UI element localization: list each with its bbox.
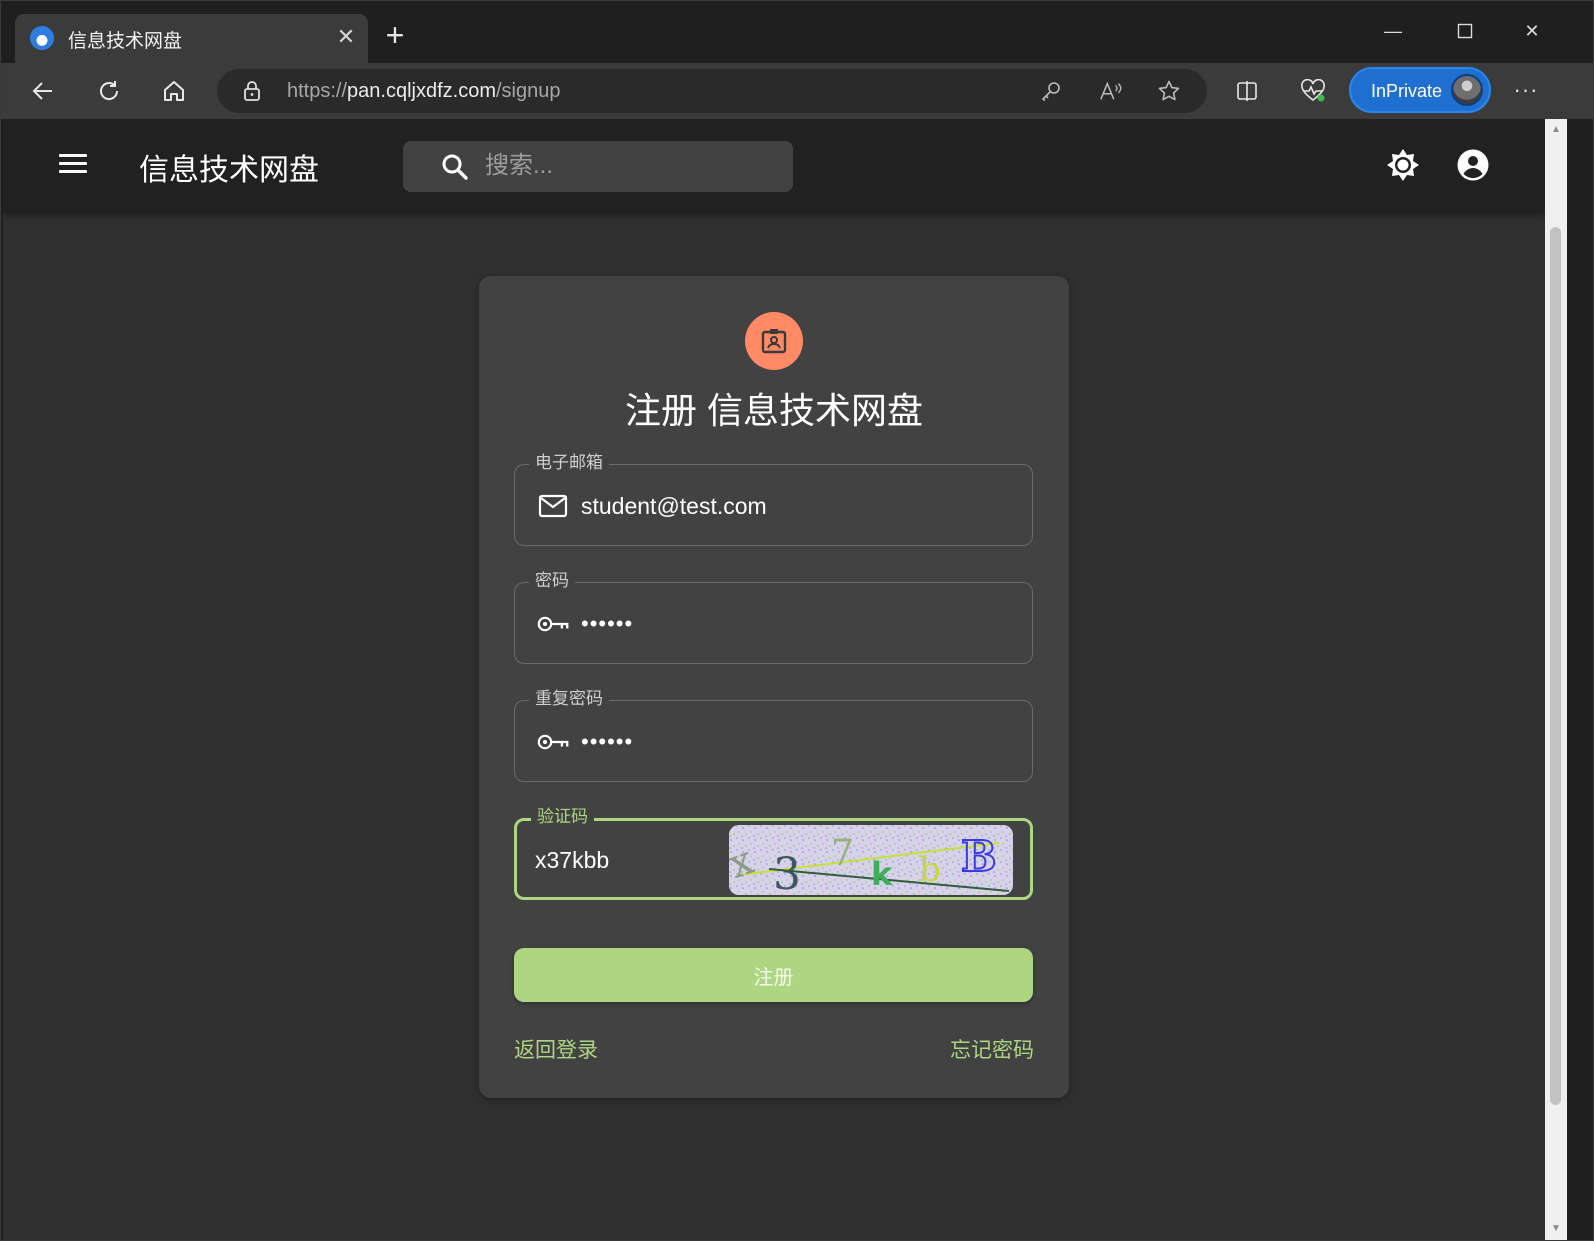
captcha-image[interactable]: x 3 7 k b B <box>729 825 1013 895</box>
browser-tab[interactable]: 信息技术网盘 ✕ <box>15 14 368 63</box>
lock-icon[interactable] <box>241 80 263 102</box>
key-icon <box>537 728 569 756</box>
captcha-field: 验证码 x37kbb x 3 7 k b B <box>514 807 1033 900</box>
mail-icon <box>537 492 569 520</box>
key-icon <box>537 610 569 638</box>
refresh-icon[interactable] <box>91 73 127 109</box>
signup-card: 注册 信息技术网盘 电子邮箱 密码 重复密码 <box>479 276 1069 1098</box>
new-tab-icon[interactable]: + <box>380 19 410 51</box>
inprivate-label: InPrivate <box>1371 81 1443 101</box>
forgot-password-link[interactable]: 忘记密码 <box>950 1034 1034 1064</box>
page-scrollbar[interactable]: ▲ ▼ <box>1545 119 1567 1240</box>
password-label: 密码 <box>529 571 575 591</box>
profile-avatar-icon <box>1451 74 1483 106</box>
account-circle-icon[interactable] <box>1455 147 1491 183</box>
browser-window: 信息技术网盘 ✕ + — ✕ https://pan.cqljxdfz.com/… <box>0 0 1594 1241</box>
browser-essentials-icon[interactable] <box>1295 73 1331 109</box>
address-bar[interactable]: https://pan.cqljxdfz.com/signup <box>217 69 1207 113</box>
site-favicon-icon <box>30 26 54 50</box>
back-icon[interactable] <box>25 73 61 109</box>
svg-text:b: b <box>919 850 941 890</box>
home-icon[interactable] <box>156 73 192 109</box>
read-aloud-icon[interactable] <box>1099 79 1123 103</box>
password-input[interactable] <box>581 607 1001 641</box>
page-title: 注册 信息技术网盘 <box>624 390 923 431</box>
repeat-password-label: 重复密码 <box>529 689 609 709</box>
search-input[interactable] <box>485 149 775 183</box>
search-icon <box>441 153 469 181</box>
email-label: 电子邮箱 <box>529 453 609 473</box>
app-bar: 信息技术网盘 <box>3 119 1545 213</box>
menu-icon[interactable] <box>55 149 91 185</box>
captcha-label: 验证码 <box>531 807 594 827</box>
favorite-star-icon[interactable] <box>1157 79 1181 103</box>
window-close-icon[interactable]: ✕ <box>1509 15 1555 47</box>
browser-toolbar: https://pan.cqljxdfz.com/signup InPrivat… <box>1 63 1593 119</box>
contact-badge-icon <box>745 312 803 370</box>
signup-button[interactable]: 注册 <box>514 948 1033 1002</box>
url-text: https://pan.cqljxdfz.com/signup <box>287 80 561 102</box>
scroll-down-icon[interactable]: ▼ <box>1550 1224 1562 1234</box>
email-field: 电子邮箱 <box>514 453 1033 546</box>
inprivate-button[interactable]: InPrivate <box>1349 67 1491 113</box>
password-key-icon[interactable] <box>1039 79 1063 103</box>
scroll-up-icon[interactable]: ▲ <box>1550 125 1562 135</box>
back-to-login-link[interactable]: 返回登录 <box>514 1034 598 1064</box>
repeat-password-input[interactable] <box>581 725 1001 759</box>
password-field: 密码 <box>514 571 1033 664</box>
minimize-icon[interactable]: — <box>1370 15 1416 47</box>
tab-title: 信息技术网盘 <box>68 31 183 52</box>
tab-strip: 信息技术网盘 ✕ + — ✕ <box>1 1 1593 63</box>
repeat-password-field: 重复密码 <box>514 689 1033 782</box>
tab-close-icon[interactable]: ✕ <box>332 23 360 51</box>
search-box[interactable] <box>403 141 793 192</box>
email-input[interactable] <box>581 489 1001 523</box>
svg-text:7: 7 <box>831 833 854 874</box>
split-screen-icon[interactable] <box>1229 73 1265 109</box>
theme-toggle-icon[interactable] <box>1385 147 1421 183</box>
svg-text:k: k <box>871 855 893 893</box>
more-options-icon[interactable]: ··· <box>1509 77 1543 105</box>
app-title: 信息技术网盘 <box>139 154 319 187</box>
captcha-input[interactable] <box>535 843 725 877</box>
maximize-icon[interactable] <box>1442 15 1488 47</box>
svg-text:3: 3 <box>773 849 801 895</box>
scrollbar-thumb[interactable] <box>1550 227 1561 1105</box>
svg-text:B: B <box>961 832 997 881</box>
page-content: 信息技术网盘 注册 信息技术网盘 电子邮箱 <box>3 119 1545 1240</box>
